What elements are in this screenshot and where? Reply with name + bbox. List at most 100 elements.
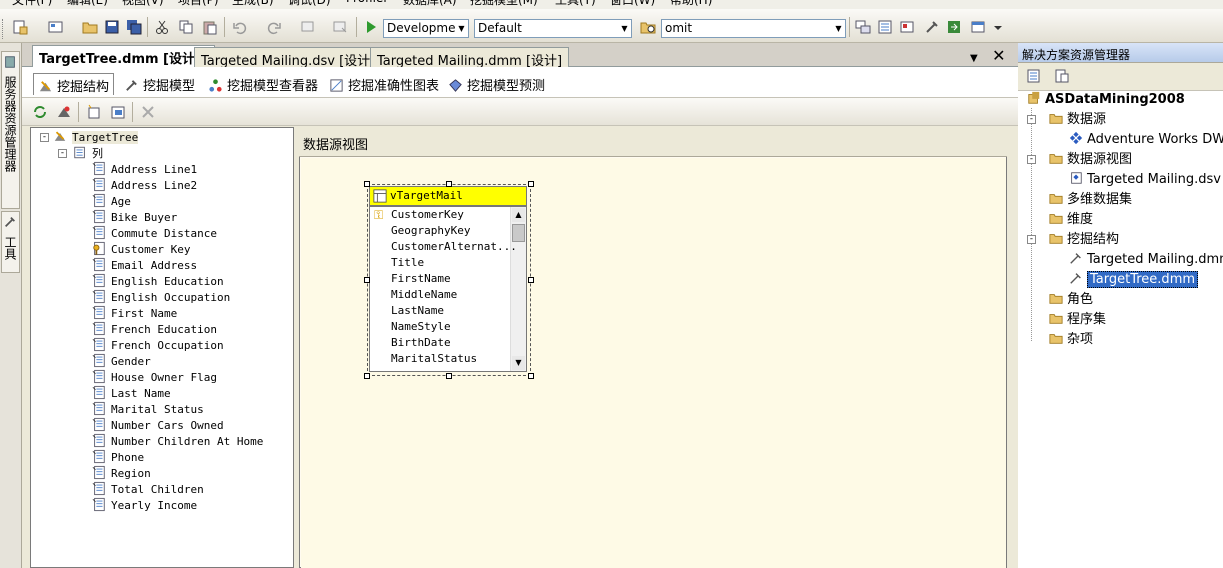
tree-column-item[interactable]: Gender [92,353,151,369]
menu-item[interactable]: 调试(D) [288,0,331,8]
tree-column-item[interactable]: Customer Key [92,241,190,257]
solution-tree-item[interactable]: 挖掘结构 [1048,231,1119,249]
toolbox-icon[interactable] [924,19,940,35]
tree-column-item[interactable]: Region [92,465,151,481]
tree-column-item[interactable]: French Education [92,321,217,337]
solution-explorer-header[interactable]: 解决方案资源管理器 [1018,43,1223,63]
tree-column-item[interactable]: Number Children At Home [92,433,263,449]
object-browser-icon[interactable] [899,19,915,35]
table-field[interactable]: CustomerAlternat... [391,240,517,256]
dsv-table-vtargetmail[interactable]: vTargetMail ▲ ▼ CustomerKey ⚿ GeographyKey… [364,181,534,379]
table-field[interactable]: GeographyKey [391,224,470,240]
properties-icon[interactable] [877,19,893,35]
tree-column-item[interactable]: House Owner Flag [92,369,217,385]
paste-icon[interactable] [202,19,218,35]
collapse-toggle[interactable]: - [1027,155,1036,164]
delete-icon[interactable] [140,104,156,120]
solution-platform-select[interactable]: Default ▼ [474,19,632,38]
new-project-icon[interactable] [12,19,28,35]
solution-tree-item[interactable]: 多维数据集 [1048,191,1132,209]
collapse-toggle[interactable]: - [58,149,67,158]
table-title-bar[interactable]: vTargetMail [369,186,527,206]
solution-tree-item[interactable]: 数据源视图 [1048,151,1132,169]
windows-icon[interactable] [970,19,986,35]
add-item-icon[interactable] [48,19,64,35]
toolbox-tab[interactable]: 工具箱 [1,211,20,273]
tree-column-item[interactable]: Phone [92,449,144,465]
process-icon[interactable] [32,104,48,120]
data-source-view-icon[interactable] [56,104,72,120]
resize-handle[interactable] [528,373,534,379]
solution-configuration-select[interactable]: Developmer ▼ [383,19,469,38]
active-files-dropdown-icon[interactable]: ▼ [970,53,978,64]
designer-tab[interactable]: 挖掘模型查看器 [204,73,322,95]
menu-item[interactable]: 帮助(H) [670,0,712,8]
save-all-icon[interactable] [126,19,142,35]
solution-explorer-icon[interactable] [855,19,871,35]
tree-column-item[interactable]: Yearly Income [92,497,197,513]
tree-column-item[interactable]: Total Children [92,481,204,497]
menu-item[interactable]: 数据库(A) [403,0,457,8]
tree-column-item[interactable]: Last Name [92,385,171,401]
tree-column-item[interactable]: Address Line1 [92,161,197,177]
tree-column-item[interactable]: English Occupation [92,289,230,305]
resize-handle[interactable] [364,373,370,379]
document-tab[interactable]: Targeted Mailing.dsv [设计] [194,47,383,69]
solution-tree-item[interactable]: 数据源 [1048,111,1106,129]
menu-item[interactable]: 窗口(W) [610,0,655,8]
find-in-files-icon[interactable] [640,19,656,35]
solution-tree-item[interactable]: Targeted Mailing.dsv [1068,171,1221,189]
table-field[interactable]: FirstName [391,272,451,288]
save-icon[interactable] [104,19,120,35]
navigate-forward-icon[interactable] [332,19,348,35]
resize-handle[interactable] [446,373,452,379]
table-field[interactable]: BirthDate [391,336,451,352]
tree-root-node[interactable]: TargetTree [53,129,139,145]
document-tab[interactable]: Targeted Mailing.dmm [设计] [370,47,570,69]
solution-tree-item[interactable]: 程序集 [1048,311,1106,329]
tree-column-item[interactable]: Age [92,193,131,209]
start-page-icon[interactable] [946,19,962,35]
menu-item[interactable]: 视图(V) [122,0,164,8]
resize-handle[interactable] [528,277,534,283]
solution-tree-item[interactable]: Targeted Mailing.dmm [1068,251,1223,269]
menu-item[interactable]: 挖掘模型(M) [470,0,538,8]
add-column-icon[interactable] [86,104,102,120]
open-folder-icon[interactable] [82,19,98,35]
scroll-down-icon[interactable]: ▼ [512,356,525,370]
solution-tree-item[interactable]: Adventure Works DW2008 [1068,131,1223,149]
collapse-toggle[interactable]: - [1027,115,1036,124]
collapse-toggle[interactable]: - [1027,235,1036,244]
tree-column-item[interactable]: Number Cars Owned [92,417,224,433]
table-field[interactable]: Title [391,256,424,272]
menu-item[interactable]: 项目(P) [178,0,219,8]
toolbar-options-icon[interactable] [990,19,1006,35]
solution-tree-item[interactable]: 角色 [1048,291,1093,309]
resize-handle[interactable] [364,181,370,187]
table-field-list[interactable]: ▲ ▼ CustomerKey ⚿ GeographyKey CustomerAlte… [369,206,527,372]
menu-item[interactable]: 编辑(E) [67,0,108,8]
table-field[interactable]: MiddleName [391,288,457,304]
menu-item[interactable]: 生成(B) [232,0,274,8]
tree-column-item[interactable]: English Education [92,273,224,289]
table-field[interactable]: LastName [391,304,444,320]
designer-scrollbar[interactable] [1007,127,1018,568]
table-field[interactable]: NameStyle [391,320,451,336]
toolbar-grip[interactable] [2,19,5,39]
copy-icon[interactable] [178,19,194,35]
menu-item[interactable]: 文件(F) [12,0,52,8]
navigate-backward-icon[interactable] [300,19,316,35]
scroll-up-icon[interactable]: ▲ [512,208,525,222]
properties-icon[interactable] [1026,68,1042,84]
tree-column-item[interactable]: Address Line2 [92,177,197,193]
tree-columns-node[interactable]: 列 [73,145,103,161]
designer-tab[interactable]: 挖掘结构 [33,73,115,95]
project-node[interactable]: ASDataMining2008 [1026,91,1185,109]
start-debugging-icon[interactable] [363,19,379,35]
menu-item[interactable]: 工具(T) [555,0,596,8]
cut-icon[interactable] [154,19,170,35]
solution-tree-item[interactable]: 维度 [1048,211,1093,229]
find-combo[interactable]: omit ▼ [661,19,846,38]
tree-column-item[interactable]: Bike Buyer [92,209,177,225]
solution-tree-item[interactable]: TargetTree.dmm [1068,271,1199,289]
